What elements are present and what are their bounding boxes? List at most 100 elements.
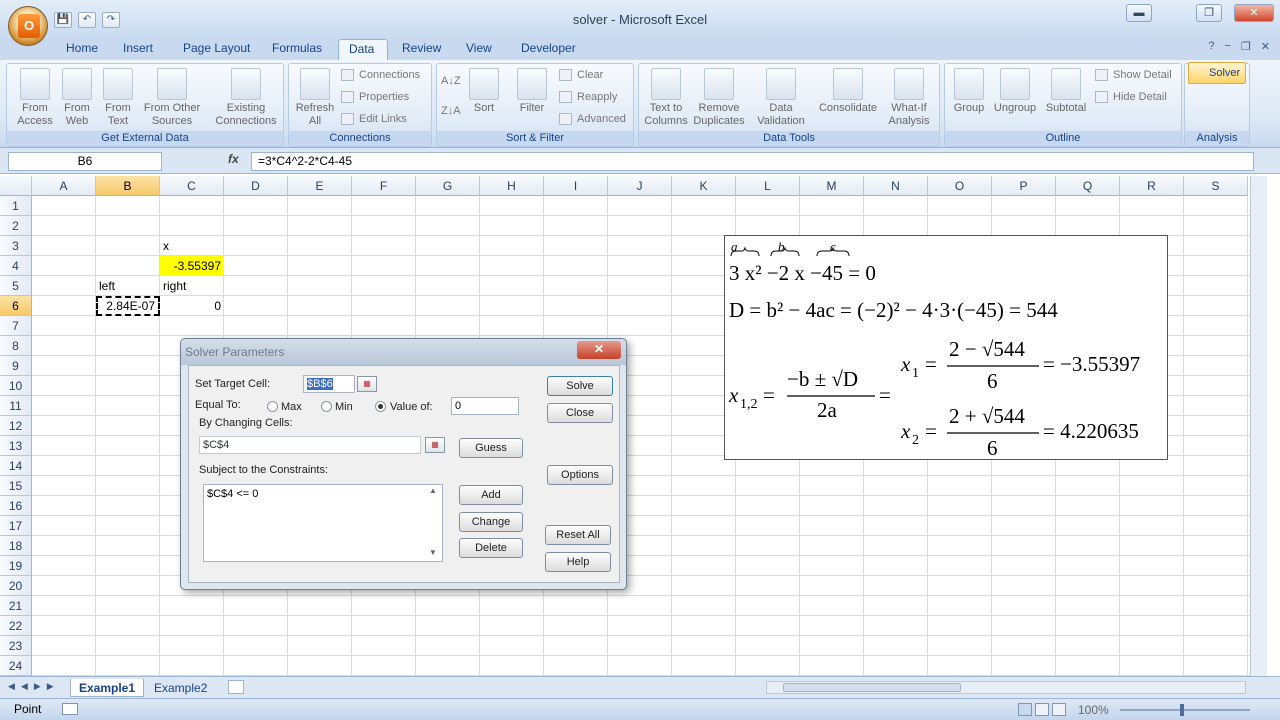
reapply-button[interactable]: Reapply (559, 88, 617, 106)
insert-function-icon[interactable]: fx (228, 152, 239, 166)
row-header-17[interactable]: 17 (0, 516, 32, 536)
row-header-23[interactable]: 23 (0, 636, 32, 656)
tab-formulas[interactable]: Formulas (262, 39, 332, 60)
column-header-j[interactable]: J (608, 176, 672, 196)
reset-all-button[interactable]: Reset All (545, 525, 611, 545)
close-window-button[interactable]: ✕ (1234, 4, 1274, 22)
column-header-d[interactable]: D (224, 176, 288, 196)
vertical-scrollbar[interactable] (1250, 176, 1267, 676)
max-radio[interactable] (267, 401, 278, 412)
group-button[interactable]: Group (947, 68, 991, 115)
guess-button[interactable]: Guess (459, 438, 523, 458)
changing-ref-icon[interactable]: ▦ (425, 437, 445, 453)
advanced-button[interactable]: Advanced (559, 110, 626, 128)
solver-button[interactable]: Solver (1188, 62, 1246, 84)
properties-button[interactable]: Properties (341, 88, 409, 106)
column-header-q[interactable]: Q (1056, 176, 1120, 196)
column-header-l[interactable]: L (736, 176, 800, 196)
dialog-title[interactable]: Solver Parameters (181, 339, 626, 365)
row-header-2[interactable]: 2 (0, 216, 32, 236)
column-header-g[interactable]: G (416, 176, 480, 196)
hide-detail-button[interactable]: Hide Detail (1095, 88, 1167, 106)
row-header-12[interactable]: 12 (0, 416, 32, 436)
workbook-minimize-button[interactable]: − (1224, 40, 1230, 53)
connections-button[interactable]: Connections (341, 66, 420, 84)
sort-az-button[interactable]: A↓Z (441, 72, 461, 90)
normal-view-icon[interactable] (1018, 703, 1032, 716)
from-text-button[interactable]: From Text (98, 68, 138, 128)
cell-c5[interactable]: right (160, 276, 224, 296)
row-header-9[interactable]: 9 (0, 356, 32, 376)
from-access-button[interactable]: From Access (13, 68, 57, 128)
row-header-14[interactable]: 14 (0, 456, 32, 476)
workbook-close-button[interactable]: ✕ (1261, 40, 1270, 53)
ungroup-button[interactable]: Ungroup (991, 68, 1039, 115)
column-header-c[interactable]: C (160, 176, 224, 196)
help-button[interactable]: Help (545, 552, 611, 572)
tab-review[interactable]: Review (392, 39, 451, 60)
office-button[interactable]: O (8, 6, 48, 46)
workbook-restore-button[interactable]: ❐ (1241, 40, 1251, 53)
subtotal-button[interactable]: Subtotal (1041, 68, 1091, 115)
existing-connections-button[interactable]: Existing Connections (213, 68, 279, 128)
constraint-item[interactable]: $C$4 <= 0 (207, 487, 442, 501)
row-header-5[interactable]: 5 (0, 276, 32, 296)
column-header-f[interactable]: F (352, 176, 416, 196)
sheet-tab-example1[interactable]: Example1 (70, 679, 145, 697)
row-header-6[interactable]: 6 (0, 296, 32, 316)
tab-home[interactable]: Home (56, 39, 108, 60)
row-header-19[interactable]: 19 (0, 556, 32, 576)
column-header-e[interactable]: E (288, 176, 352, 196)
row-header-20[interactable]: 20 (0, 576, 32, 596)
sheet-tab-example2[interactable]: Example2 (146, 679, 215, 697)
tab-insert[interactable]: Insert (113, 39, 163, 60)
clear-button[interactable]: Clear (559, 66, 603, 84)
row-header-1[interactable]: 1 (0, 196, 32, 216)
row-header-11[interactable]: 11 (0, 396, 32, 416)
close-button[interactable]: Close (547, 403, 613, 423)
value-of-input[interactable]: 0 (451, 397, 519, 415)
column-header-s[interactable]: S (1184, 176, 1248, 196)
zoom-thumb[interactable] (1180, 704, 1184, 716)
row-header-3[interactable]: 3 (0, 236, 32, 256)
cell-c4[interactable]: -3.55397 (160, 256, 224, 276)
column-header-b[interactable]: B (96, 176, 160, 196)
tab-data[interactable]: Data (338, 39, 388, 60)
min-radio[interactable] (321, 401, 332, 412)
options-button[interactable]: Options (547, 465, 613, 485)
horizontal-scrollbar[interactable] (766, 681, 1246, 694)
zoom-level[interactable]: 100% (1078, 703, 1109, 717)
scroll-thumb[interactable] (783, 683, 961, 692)
constraints-list[interactable]: $C$4 <= 0 (203, 484, 443, 562)
row-header-16[interactable]: 16 (0, 496, 32, 516)
target-ref-icon[interactable]: ▦ (357, 376, 377, 392)
tab-page-layout[interactable]: Page Layout (173, 39, 260, 60)
row-header-10[interactable]: 10 (0, 376, 32, 396)
column-header-r[interactable]: R (1120, 176, 1184, 196)
consolidate-button[interactable]: Consolidate (815, 68, 881, 115)
add-button[interactable]: Add (459, 485, 523, 505)
dialog-close-button[interactable]: ✕ (577, 341, 621, 359)
restore-button[interactable]: ❐ (1196, 4, 1222, 22)
data-validation-button[interactable]: Data Validation (751, 68, 811, 128)
row-header-4[interactable]: 4 (0, 256, 32, 276)
from-web-button[interactable]: From Web (57, 68, 97, 128)
column-header-n[interactable]: N (864, 176, 928, 196)
column-header-h[interactable]: H (480, 176, 544, 196)
tab-view[interactable]: View (456, 39, 502, 60)
minimize-button[interactable]: ▬ (1126, 4, 1152, 22)
target-cell-input[interactable]: $B$6 (303, 375, 355, 393)
cell-b6[interactable]: 2.84E-07 (96, 296, 160, 316)
column-header-a[interactable]: A (32, 176, 96, 196)
column-header-o[interactable]: O (928, 176, 992, 196)
scroll-up-icon[interactable]: ▲ (429, 486, 437, 495)
value-of-radio[interactable] (375, 401, 386, 412)
cell-c3[interactable]: x (160, 236, 224, 256)
row-header-13[interactable]: 13 (0, 436, 32, 456)
scroll-down-icon[interactable]: ▼ (429, 548, 437, 557)
column-header-m[interactable]: M (800, 176, 864, 196)
sheet-nav-arrows-icon[interactable]: ◀◀▶▶ (8, 681, 60, 692)
what-if-analysis-button[interactable]: What-If Analysis (881, 68, 937, 128)
row-header-7[interactable]: 7 (0, 316, 32, 336)
row-header-8[interactable]: 8 (0, 336, 32, 356)
